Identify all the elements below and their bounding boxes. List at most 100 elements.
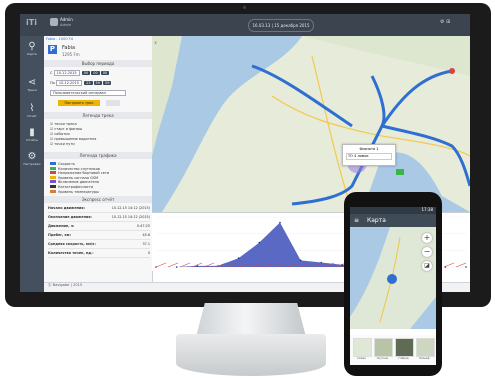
phone-status-bar: 17:38	[350, 207, 436, 214]
to-hour-field[interactable]: 23	[84, 81, 93, 85]
to-date-input[interactable]: 10.12.2015	[55, 80, 82, 86]
series-swatch	[50, 162, 56, 165]
report-value: 10.12.15 14:12 (2015)	[111, 206, 150, 210]
track-legend-list: ☑ точки трека ☑ старт и финиш ☑ события ☑ п…	[50, 122, 150, 147]
series-swatch	[50, 175, 56, 179]
phone-screen: 17:38 ≡ Карта + − ◪ Схема Спутник Гибрид…	[350, 207, 436, 365]
report-value: 45.6	[142, 233, 150, 237]
gear-icon: ⚙	[27, 151, 37, 162]
map-type-label: Рельеф	[419, 357, 430, 360]
from-sec-field[interactable]: 00	[100, 71, 110, 75]
map-type-scheme[interactable]	[353, 338, 372, 357]
map-type-label: Гибрид	[398, 357, 409, 360]
report-value: 10.12.15 14:12 (2015)	[111, 215, 150, 219]
rail-item-report[interactable]: ⌇ Отчёт	[20, 100, 44, 126]
period-from-row: С 10.12.2015 00 00 00	[50, 70, 110, 76]
status-text: Ⓒ Navigator | 2015	[48, 283, 83, 287]
rail-item-label: Карта	[27, 52, 37, 56]
map-view[interactable]: Фиозота 1 TO 4 ломок ‹	[152, 36, 470, 212]
to-label: По	[50, 81, 55, 85]
speed-point	[258, 241, 261, 244]
map-type-satellite[interactable]	[374, 338, 393, 357]
report-row: Движение, ч: 0:47:25	[48, 222, 150, 231]
user-avatar[interactable]	[50, 18, 58, 26]
report-row: Пробег, км: 45.6	[48, 231, 150, 240]
phone-app-bar: ≡ Карта	[350, 214, 436, 227]
to-sec-field[interactable]: 59	[103, 81, 112, 85]
from-label: С	[50, 71, 53, 75]
zoom-out-button[interactable]: −	[422, 247, 432, 257]
period-to-row: По 10.12.2015 23 59 59	[50, 80, 112, 86]
map-type-hybrid[interactable]	[395, 338, 414, 357]
period-section-header: Выбор периода	[44, 60, 152, 67]
map-type-relief[interactable]	[416, 338, 435, 357]
rail-item-reports[interactable]: ▮ Отчёты	[20, 124, 44, 150]
report-row: Начало движения: 10.12.15 14:12 (2015)	[48, 204, 150, 213]
app-logo[interactable]: iTi	[26, 18, 37, 27]
report-value: 0	[147, 251, 150, 255]
phone-title: Карта	[366, 217, 386, 224]
vehicle-plate: 1295 Fm	[62, 52, 80, 57]
report-row: Количество точек, ед.: 0	[48, 249, 150, 258]
vehicle-tab[interactable]: Fabia - 1000 Fd	[46, 37, 73, 43]
monitor-stand-neck	[196, 303, 306, 337]
report-value: 0:47:25	[136, 224, 150, 228]
map-canvas[interactable]	[152, 36, 470, 212]
report-row: Средняя скорость, км/ч: 37.1	[48, 240, 150, 249]
series-swatch	[50, 180, 56, 184]
user-role: Admin	[60, 23, 72, 27]
report-key: Движение, ч:	[48, 224, 75, 228]
collapse-panel-icon[interactable]: ‹	[154, 38, 164, 48]
report-key: Пробег, км:	[48, 233, 71, 237]
line-chart-icon: ⌇	[29, 103, 35, 114]
interval-select-value: Пользовательский интервал	[50, 90, 126, 96]
zoom-in-button[interactable]: +	[422, 233, 432, 243]
topbar-settings-icons[interactable]: ⚙ ⊞	[440, 19, 450, 25]
event-marker	[396, 169, 404, 175]
rail-item-tracks[interactable]: ⋖ Треки	[20, 74, 44, 100]
to-min-field[interactable]: 59	[93, 81, 103, 85]
rail-item-label: Отчёт	[27, 114, 37, 118]
speed-point	[299, 259, 302, 262]
secondary-toggle[interactable]	[106, 100, 120, 106]
user-name[interactable]: Admin	[60, 17, 73, 22]
graph-legend-item[interactable]: Уровень температуры	[50, 189, 150, 195]
layers-button[interactable]: ◪	[422, 261, 432, 271]
track-panel: Fabia - 1000 Fd P Fabia 1295 Fm Выбор пе…	[44, 36, 153, 292]
nav-rail: ⚲ Карта ⋖ Треки ⌇ Отчёт ▮ Отчёты ⚙ Настр…	[20, 36, 44, 292]
rail-item-settings[interactable]: ⚙ Настройки	[20, 148, 44, 174]
interval-select[interactable]: Пользовательский интервал	[50, 90, 126, 96]
from-date-input[interactable]: 10.12.2015	[53, 70, 80, 76]
from-min-field[interactable]: 00	[91, 71, 100, 75]
rail-item-map[interactable]: ⚲ Карта	[20, 38, 44, 64]
phone-map-view[interactable]: + − ◪	[350, 227, 436, 329]
speed-point	[279, 221, 281, 224]
share-icon: ⋖	[27, 77, 37, 88]
report-section-header: Экспресс отчёт	[44, 196, 152, 203]
map-popup-title: Фиозота 1	[359, 147, 379, 151]
from-hour-field[interactable]: 00	[81, 71, 91, 75]
map-popup[interactable]: Фиозота 1 TO 4 ломок	[342, 144, 396, 166]
series-swatch	[50, 166, 56, 170]
date-selector[interactable]: 16.03.13 | 15 декабря 2015	[248, 19, 314, 32]
legend-item[interactable]: ☑ точки пути	[50, 142, 150, 147]
monitor-stand-base	[176, 334, 326, 376]
speed-point	[237, 257, 240, 259]
app-topbar: iTi Admin Admin 16.03.13 | 15 декабря 20…	[20, 14, 470, 36]
report-table: Начало движения: 10.12.15 14:12 (2015) Око…	[48, 204, 150, 258]
build-track-button[interactable]: Построить трек	[58, 100, 100, 106]
rail-item-label: Отчёты	[26, 138, 38, 142]
map-pin-icon: ⚲	[28, 41, 36, 52]
parking-icon: P	[48, 45, 57, 54]
hamburger-icon[interactable]: ≡	[354, 217, 359, 224]
report-row: Окончание движения: 10.12.15 14:12 (2015)	[48, 213, 150, 222]
phone-map-canvas[interactable]	[350, 227, 436, 329]
report-value: 37.1	[142, 242, 150, 246]
bar-chart-icon: ▮	[29, 127, 35, 138]
phone-time: 17:38	[421, 207, 433, 212]
phone-location-marker	[387, 274, 397, 284]
report-key: Начало движения:	[48, 206, 85, 210]
map-type-label: Схема	[357, 357, 366, 360]
report-key: Окончание движения:	[48, 215, 92, 219]
map-popup-select[interactable]: TO 4 ломок	[346, 153, 392, 160]
